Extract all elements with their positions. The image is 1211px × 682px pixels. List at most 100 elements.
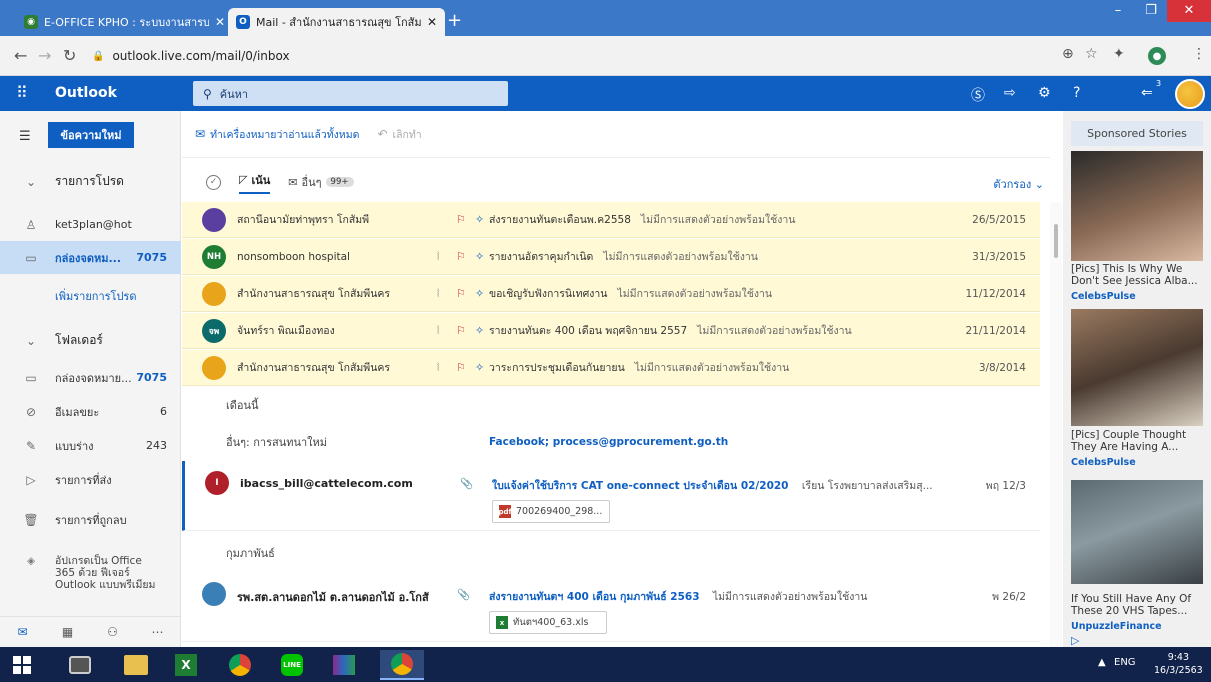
ad-source-2[interactable]: CelebsPulse	[1071, 457, 1136, 468]
pinned-message-item[interactable]: สถานีอนามัยท่าพุทรา โกสัมพี ⚐ ✧ ส่งรายงานทั…	[182, 202, 1040, 238]
undo-button[interactable]: ↶ เลิกทำ	[377, 126, 421, 143]
skype-icon[interactable]: Ⓢ	[971, 85, 985, 105]
menu-dots-icon[interactable]: ⋮	[1192, 46, 1206, 62]
upgrade-office-link[interactable]: ◈ อัปเกรดเป็น Office 365 ด้วย ฟีเจอร์ Ou…	[0, 555, 181, 591]
add-favorite-link[interactable]: เพิ่มรายการโปรด	[0, 279, 181, 312]
people-icon[interactable]: ⚇	[90, 625, 135, 639]
adchoices-icon[interactable]: ▷	[1071, 634, 1079, 647]
taskbar-chrome[interactable]	[218, 650, 262, 680]
pin-icon[interactable]: ✧	[475, 287, 484, 300]
attachment-chip[interactable]: pdf 700269400_298...	[492, 500, 610, 523]
message-item[interactable]: I ibacss_bill@cattelecom.com 📎 ใบแจ้งค่า…	[182, 461, 1040, 531]
url-field[interactable]: 🔒 outlook.live.com/mail/0/inbox	[92, 44, 1052, 68]
sidebar-item-drafts[interactable]: ✎ แบบร่าง 243	[0, 429, 181, 462]
settings-gear-icon[interactable]: ⚙	[1038, 85, 1051, 101]
sidebar-item-sent[interactable]: ▷ รายการที่ส่ง	[0, 463, 181, 496]
input-language[interactable]: ENG	[1114, 657, 1136, 668]
ad-image-2[interactable]	[1071, 309, 1203, 426]
hamburger-menu-icon[interactable]: ☰	[19, 129, 31, 144]
system-clock[interactable]: 9:43 16/3/2563	[1154, 651, 1203, 677]
taskbar-excel[interactable]: X	[164, 650, 208, 680]
tab-title: E-OFFICE KPHO : ระบบงานสารบรรณ	[44, 16, 209, 29]
tab-other[interactable]: ✉ อื่นๆ 99+	[288, 173, 354, 191]
pinned-message-item[interactable]: สำนักงานสาธารณสุข โกสัมพีนคร ⦚ ⚐ ✧ วาระการปร…	[182, 350, 1040, 386]
close-tab-icon[interactable]: ✕	[215, 15, 225, 29]
browser-tab-eoffice[interactable]: ◉ E-OFFICE KPHO : ระบบงานสารบรรณ ✕	[16, 8, 233, 36]
ad-text-1[interactable]: [Pics] This Is Why We Don't See Jessica …	[1071, 263, 1206, 287]
select-all-checkbox[interactable]: ✓	[206, 174, 221, 190]
more-apps-icon[interactable]: ⋯	[135, 625, 180, 639]
extension-icon[interactable]: ✦	[1113, 46, 1125, 62]
favorites-section[interactable]: ⌄ รายการโปรด	[0, 165, 181, 198]
pin-icon[interactable]: ✧	[475, 250, 484, 263]
ad-image-1[interactable]	[1071, 151, 1203, 261]
zoom-icon[interactable]: ⊕	[1062, 46, 1074, 62]
message-item[interactable]: รพ.สต.ลานดอกไม้ ต.ลานดอกไม้ อ.โกสั 📎 ส่ง…	[182, 572, 1040, 642]
tray-chevron-icon[interactable]: ▲	[1098, 657, 1106, 668]
pinned-message-item[interactable]: จพ จันทร์รา พิณเมืองทอง ⦚ ⚐ ✧ รายงานทันตะ 400…	[182, 313, 1040, 349]
flag-icon[interactable]: ⚐	[456, 213, 466, 226]
my-day-icon[interactable]: ⇨	[1004, 85, 1016, 101]
feedback-icon[interactable]: ⇐	[1141, 85, 1153, 101]
taskbar-chrome-active[interactable]	[380, 650, 424, 680]
flag-icon[interactable]: ⚐	[456, 324, 466, 337]
ad-text-3[interactable]: If You Still Have Any Of These 20 VHS Ta…	[1071, 593, 1206, 617]
maximize-icon[interactable]: ❐	[1135, 0, 1167, 22]
folder-count: 7075	[136, 371, 167, 384]
browser-tab-mail[interactable]: O Mail - สำนักงานสาธารณสุข โกสัมพีน ✕	[228, 8, 446, 36]
reload-icon[interactable]: ↻	[63, 46, 76, 65]
mark-all-read-button[interactable]: ✉ ทำเครื่องหมายว่าอ่านแล้วทั้งหมด	[195, 126, 359, 143]
ad-source-3[interactable]: UnpuzzleFinance	[1071, 621, 1162, 632]
ad-image-3[interactable]	[1071, 480, 1203, 584]
profile-icon[interactable]: ●	[1148, 47, 1166, 65]
minimize-icon[interactable]: –	[1102, 0, 1134, 22]
taskbar-explorer[interactable]	[114, 650, 158, 680]
scrollbar-thumb[interactable]	[1054, 224, 1058, 258]
folder-label: แบบร่าง	[55, 439, 94, 453]
message-list-scrollbar[interactable]	[1050, 202, 1062, 647]
pin-icon[interactable]: ✧	[475, 324, 484, 337]
tab-focused[interactable]: ◸ เน้น	[239, 171, 271, 194]
message-subject-line: รายงานทันตะ 400 เดือน พฤศจิกายน 2557 ไม่ม…	[489, 322, 929, 339]
app-launcher-icon[interactable]: ⠿	[16, 83, 28, 102]
excel-file-icon: x	[496, 616, 508, 629]
ad-source-1[interactable]: CelebsPulse	[1071, 291, 1136, 302]
sidebar-item-junk[interactable]: ⊘ อีเมลขยะ 6	[0, 395, 181, 428]
pin-icon[interactable]: ✧	[475, 361, 484, 374]
search-input[interactable]: ⚲ ค้นหา	[193, 81, 508, 106]
pinned-message-item[interactable]: สำนักงานสาธารณสุข โกสัมพีนคร ⦚ ⚐ ✧ ขอเชิญรับ…	[182, 276, 1040, 312]
pinned-message-item[interactable]: NH nonsomboon hospital ⦚ ⚐ ✧ รายงานอัตราคุมกำ…	[182, 239, 1040, 275]
calendar-icon[interactable]: ▦	[45, 625, 90, 639]
new-tab-icon[interactable]: +	[447, 12, 462, 30]
filter-dropdown[interactable]: ตัวกรอง ⌄	[993, 175, 1044, 193]
lock-icon: 🔒	[92, 50, 105, 62]
ad-text-2[interactable]: [Pics] Couple Thought They Are Having A.…	[1071, 429, 1206, 453]
pin-icon[interactable]: ✧	[475, 213, 484, 226]
sidebar-item-deleted[interactable]: 🗑 รายการที่ถูกลบ	[0, 503, 181, 536]
back-icon[interactable]: ←	[14, 46, 27, 65]
taskbar-camera[interactable]	[58, 650, 102, 680]
close-window-icon[interactable]: ✕	[1167, 0, 1211, 22]
bookmark-star-icon[interactable]: ☆	[1085, 46, 1098, 62]
chevron-down-icon: ⌄	[25, 174, 37, 189]
close-tab-icon[interactable]: ✕	[427, 15, 437, 29]
taskbar-line[interactable]: LINE	[270, 650, 314, 680]
sidebar-item-account[interactable]: ♙ ket3plan@hot	[0, 208, 181, 241]
flag-icon[interactable]: ⚐	[456, 361, 466, 374]
start-button[interactable]	[0, 650, 44, 680]
flag-icon[interactable]: ⚐	[456, 287, 466, 300]
new-message-button[interactable]: ข้อความใหม่	[48, 122, 134, 148]
help-icon[interactable]: ?	[1073, 85, 1080, 101]
sidebar-item-fav-inbox[interactable]: ▭ กล่องจดหม... 7075	[0, 241, 181, 274]
other-new-conversations[interactable]: อื่นๆ: การสนทนาใหม่ Facebook; process@gp…	[182, 424, 1040, 460]
brand-title[interactable]: Outlook	[55, 85, 117, 101]
url-text: outlook.live.com/mail/0/inbox	[112, 49, 290, 63]
sidebar-item-inbox[interactable]: ▭ กล่องจดหมาย... 7075	[0, 361, 181, 394]
forward-icon[interactable]: →	[38, 46, 51, 65]
taskbar-winrar[interactable]	[322, 650, 366, 680]
attachment-chip[interactable]: x ทันตฯ400_63.xls	[489, 611, 607, 634]
flag-icon[interactable]: ⚐	[456, 250, 466, 263]
folders-section[interactable]: ⌄ โฟลเดอร์	[0, 324, 181, 357]
mail-icon[interactable]: ✉	[0, 625, 45, 639]
account-avatar[interactable]	[1175, 79, 1205, 109]
